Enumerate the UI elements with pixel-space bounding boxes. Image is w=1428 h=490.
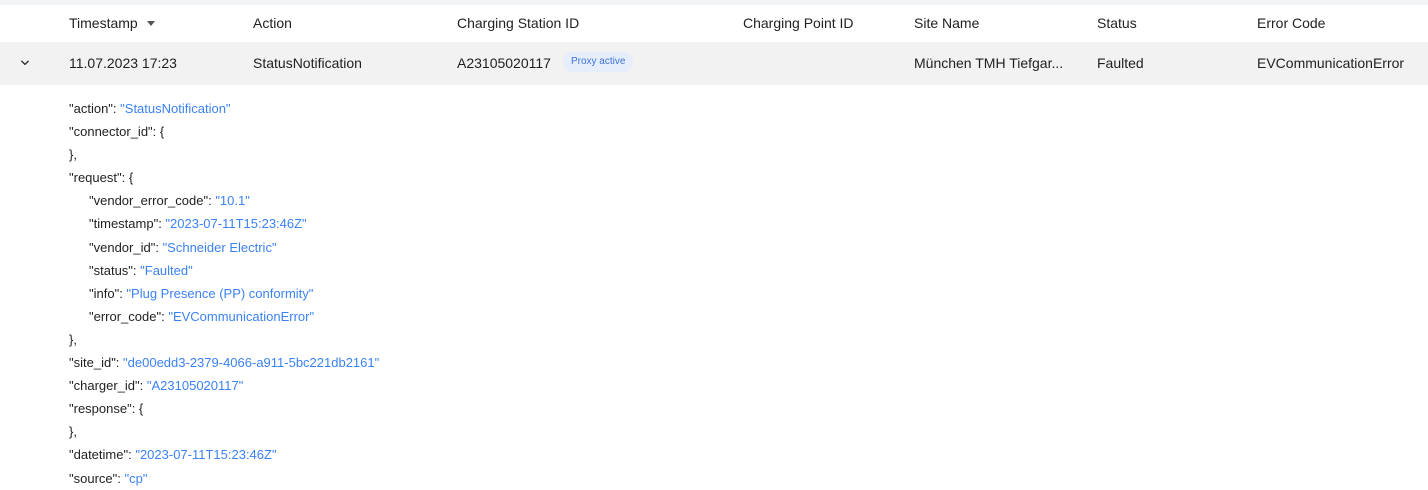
json-line: "datetime": "2023-07-11T15:23:46Z" (69, 443, 379, 466)
json-line: "vendor_id": "Schneider Electric" (69, 236, 379, 259)
json-key: "source": (69, 470, 125, 486)
sort-desc-icon[interactable] (146, 20, 155, 26)
json-line: }, (69, 331, 77, 347)
json-line: "connector_id": { (69, 124, 165, 140)
cell-site-name: München TMH Tiefgar... (914, 55, 1064, 71)
json-line: "charger_id": "A23105020117" (69, 374, 379, 397)
json-line: "vendor_error_code": "10.1" (69, 189, 379, 212)
json-key: "datetime": (69, 447, 136, 463)
cell-timestamp: 11.07.2023 17:23 (69, 55, 177, 71)
json-value: "Plug Presence (PP) conformity" (126, 285, 314, 301)
json-line: "action": "StatusNotification" (69, 97, 379, 120)
chevron-down-icon[interactable] (21, 59, 29, 67)
json-key: "info": (89, 285, 127, 301)
json-key: "timestamp": (89, 216, 166, 232)
json-value: "Schneider Electric" (162, 239, 277, 255)
json-key: "vendor_id": (89, 239, 163, 255)
json-value: "EVCommunicationError" (168, 308, 315, 324)
column-header-charging-point-id: Charging Point ID (743, 15, 854, 31)
column-header-action: Action (253, 15, 292, 31)
column-header-charging-station-id: Charging Station ID (457, 15, 580, 31)
json-value: "A23105020117" (146, 378, 244, 394)
json-line: "error_code": "EVCommunicationError" (69, 305, 379, 328)
json-value: "de00edd3-2379-4066-a911-5bc221db2161" (123, 355, 380, 371)
proxy-active-badge: Proxy active (562, 52, 634, 73)
json-line: }, (69, 424, 77, 440)
json-key: "vendor_error_code": (89, 193, 216, 209)
table-row[interactable]: 11.07.2023 17:23 StatusNotification A231… (0, 42, 1428, 85)
column-header-timestamp-label: Timestamp (69, 15, 138, 31)
json-key: "action": (69, 101, 121, 116)
json-key: "status": (89, 262, 141, 278)
json-key: "site_id": (69, 355, 124, 371)
json-value: "2023-07-11T15:23:46Z" (135, 447, 277, 463)
cell-action: StatusNotification (253, 55, 362, 71)
row-details-json: "action": "StatusNotification" "connecto… (69, 97, 379, 490)
column-header-error-code: Error Code (1257, 15, 1326, 31)
charging-station-id-value: A23105020117 (457, 55, 551, 71)
json-line: "source": "cp" (69, 467, 379, 490)
column-header-timestamp[interactable]: Timestamp (69, 5, 155, 42)
json-line: "request": { (69, 170, 134, 186)
cell-error-code: EVCommunicationError (1257, 55, 1405, 71)
cell-charging-station-id: A23105020117 Proxy active (457, 42, 634, 85)
cell-status: Faulted (1097, 55, 1144, 71)
json-value: "2023-07-11T15:23:46Z" (165, 216, 307, 232)
json-line: "timestamp": "2023-07-11T15:23:46Z" (69, 212, 379, 235)
json-value: "10.1" (215, 193, 250, 209)
json-key: "charger_id": (69, 378, 147, 394)
json-line: }, (69, 147, 77, 163)
json-key: "error_code": (89, 308, 169, 324)
json-value: "StatusNotification" (120, 101, 231, 116)
column-header-site-name: Site Name (914, 15, 980, 31)
json-line: "response": { (69, 401, 144, 417)
json-value: "cp" (124, 470, 148, 486)
column-header-status: Status (1097, 15, 1137, 31)
json-line: "site_id": "de00edd3-2379-4066-a911-5bc2… (69, 351, 379, 374)
json-value: "Faulted" (140, 262, 193, 278)
json-line: "status": "Faulted" (69, 259, 379, 282)
json-line: "info": "Plug Presence (PP) conformity" (69, 282, 379, 305)
table-header: Timestamp Action Charging Station ID Cha… (0, 5, 1428, 42)
